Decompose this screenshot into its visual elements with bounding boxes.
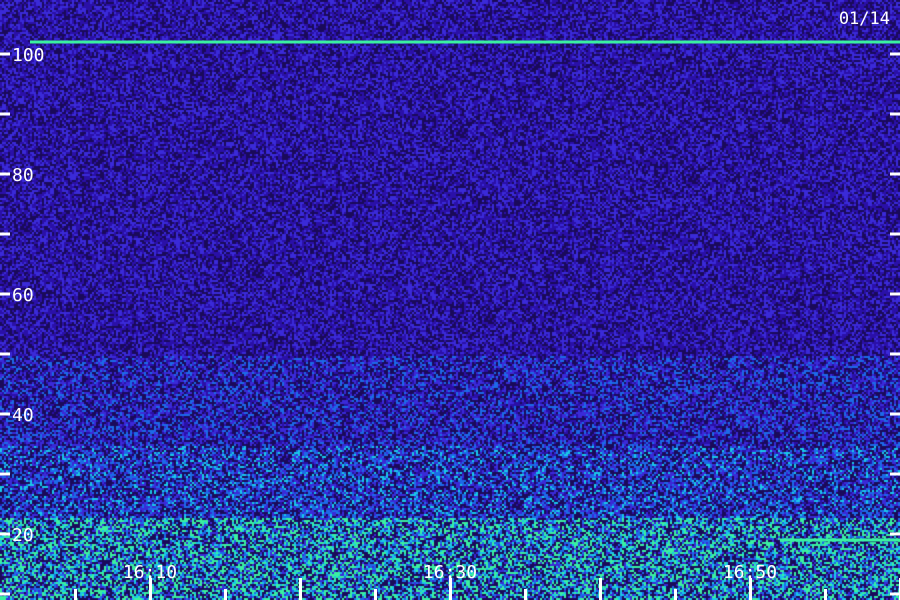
x-tick-label: 16:50 — [723, 562, 777, 583]
x-tick-minor — [824, 589, 827, 600]
y-tick-left — [0, 592, 10, 596]
y-tick-left — [0, 532, 10, 536]
spectrogram-chart: 100 80 60 40 20 16:10 16:30 16:50 01/14 — [0, 0, 900, 600]
y-tick-label: 100 — [12, 45, 45, 66]
x-tick-major — [599, 578, 602, 600]
y-tick-right — [890, 232, 900, 236]
y-tick-left — [0, 232, 10, 236]
x-tick-minor — [224, 589, 227, 600]
y-tick-right — [890, 592, 900, 596]
y-tick-left — [0, 412, 10, 416]
y-tick-right — [890, 172, 900, 176]
date-label: 01/14 — [839, 9, 890, 29]
x-tick-label: 16:30 — [423, 562, 477, 583]
y-tick-left — [0, 292, 10, 296]
x-tick-label: 16:10 — [123, 562, 177, 583]
y-tick-right — [890, 352, 900, 356]
heatmap-cells — [0, 0, 900, 600]
heatmap-noise-field — [0, 0, 900, 600]
y-tick-right — [890, 472, 900, 476]
y-tick-left — [0, 52, 10, 56]
y-tick-right — [890, 112, 900, 116]
y-tick-label: 40 — [12, 405, 34, 426]
x-tick-minor — [524, 589, 527, 600]
y-tick-left — [0, 472, 10, 476]
x-tick-major — [299, 578, 302, 600]
x-tick-minor — [674, 589, 677, 600]
y-tick-label: 80 — [12, 165, 34, 186]
y-tick-right — [890, 412, 900, 416]
y-tick-left — [0, 352, 10, 356]
y-tick-label: 20 — [12, 525, 34, 546]
y-tick-right — [890, 532, 900, 536]
y-tick-left — [0, 172, 10, 176]
y-tick-label: 60 — [12, 285, 34, 306]
y-tick-right — [890, 52, 900, 56]
y-tick-right — [890, 292, 900, 296]
y-tick-left — [0, 112, 10, 116]
x-tick-minor — [374, 589, 377, 600]
x-tick-minor — [74, 589, 77, 600]
